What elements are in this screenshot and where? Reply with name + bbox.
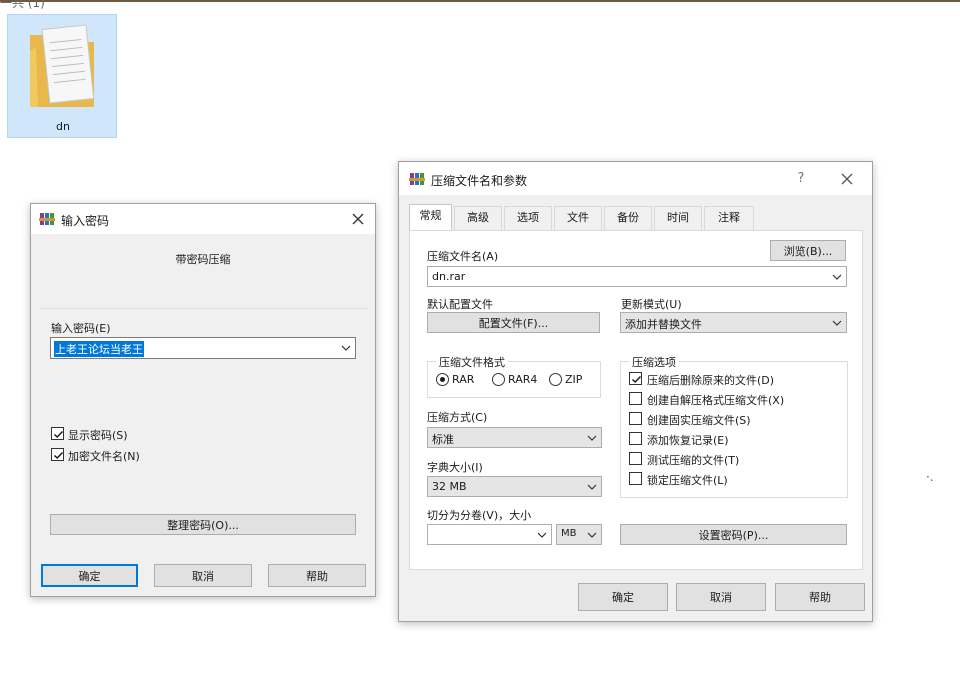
encrypt-filenames-label[interactable]: 加密文件名(N) bbox=[68, 448, 140, 464]
archive-dialog-titlebar[interactable]: 压缩文件名和参数 ? bbox=[399, 162, 872, 195]
archive-format-title: 压缩文件格式 bbox=[436, 354, 508, 370]
dictionary-size-select[interactable]: 32 MB bbox=[427, 476, 602, 497]
split-unit-select[interactable]: MB bbox=[556, 524, 602, 545]
close-icon bbox=[841, 173, 853, 185]
update-mode-label: 更新模式(U) bbox=[621, 298, 682, 311]
split-size-input[interactable] bbox=[427, 524, 552, 545]
compression-method-select[interactable]: 标准 bbox=[427, 427, 602, 448]
split-unit-value: MB bbox=[561, 528, 577, 539]
manage-passwords-button[interactable]: 整理密码(O)... bbox=[50, 514, 356, 535]
format-rar-radio[interactable] bbox=[436, 373, 449, 386]
tab-general[interactable]: 常规 bbox=[409, 204, 452, 231]
chevron-down-icon bbox=[587, 532, 597, 538]
chevron-down-icon bbox=[832, 274, 842, 280]
archive-dialog-title: 压缩文件名和参数 bbox=[431, 174, 528, 188]
create-solid-label[interactable]: 创建固实压缩文件(S) bbox=[647, 412, 751, 428]
set-password-button[interactable]: 设置密码(P)... bbox=[620, 524, 847, 545]
create-sfx-label[interactable]: 创建自解压格式压缩文件(X) bbox=[647, 392, 784, 408]
split-volumes-label: 切分为分卷(V)，大小 bbox=[427, 509, 532, 522]
close-button[interactable] bbox=[347, 208, 369, 230]
dictionary-size-value: 32 MB bbox=[432, 480, 467, 493]
update-mode-value: 添加并替换文件 bbox=[625, 318, 702, 331]
password-dialog-heading: 带密码压缩 bbox=[175, 253, 231, 266]
chevron-down-icon bbox=[587, 484, 597, 490]
archive-dialog: 压缩文件名和参数 ? 常规 高级 选项 文件 备份 时间 注释 压缩文件名(A)… bbox=[398, 161, 873, 622]
stray-mark: ·. bbox=[926, 470, 934, 484]
tab-comment[interactable]: 注释 bbox=[704, 206, 754, 230]
password-input[interactable]: 上老王论坛当老王 bbox=[50, 337, 356, 359]
chevron-down-icon bbox=[832, 320, 842, 326]
breadcrumb: 一共 (1) bbox=[0, 0, 45, 10]
chevron-down-icon bbox=[341, 345, 351, 351]
tab-strip: 常规 高级 选项 文件 备份 时间 注释 bbox=[409, 204, 869, 231]
help-button[interactable]: 帮助 bbox=[268, 564, 366, 587]
update-mode-select[interactable]: 添加并替换文件 bbox=[620, 312, 847, 333]
top-border-strip bbox=[0, 0, 960, 2]
help-title-button[interactable]: ? bbox=[790, 168, 812, 190]
close-icon bbox=[352, 213, 364, 225]
archive-name-value: dn.rar bbox=[432, 270, 466, 283]
cancel-button[interactable]: 取消 bbox=[154, 564, 252, 587]
format-zip-label[interactable]: ZIP bbox=[565, 373, 582, 386]
browse-button[interactable]: 浏览(B)... bbox=[770, 240, 846, 261]
create-sfx-checkbox[interactable] bbox=[629, 392, 642, 405]
ok-button[interactable]: 确定 bbox=[41, 564, 138, 587]
tab-options[interactable]: 选项 bbox=[504, 206, 552, 230]
archive-name-input[interactable]: dn.rar bbox=[427, 266, 847, 287]
ok-button[interactable]: 确定 bbox=[578, 583, 668, 611]
create-solid-checkbox[interactable] bbox=[629, 412, 642, 425]
winrar-app-icon bbox=[39, 213, 55, 225]
archiving-options-title: 压缩选项 bbox=[629, 354, 679, 370]
cancel-button[interactable]: 取消 bbox=[676, 583, 766, 611]
show-password-checkbox[interactable] bbox=[51, 427, 64, 440]
folder-label: dn bbox=[56, 120, 70, 133]
help-button[interactable]: 帮助 bbox=[775, 583, 865, 611]
format-zip-radio[interactable] bbox=[549, 373, 562, 386]
checkmark-icon bbox=[631, 375, 642, 384]
tab-time[interactable]: 时间 bbox=[654, 206, 702, 230]
delete-after-checkbox[interactable] bbox=[629, 372, 642, 385]
close-button[interactable] bbox=[836, 168, 858, 190]
format-rar4-radio[interactable] bbox=[492, 373, 505, 386]
format-rar4-label[interactable]: RAR4 bbox=[508, 373, 537, 386]
password-input-label: 输入密码(E) bbox=[51, 322, 111, 335]
chevron-down-icon bbox=[537, 532, 547, 538]
add-recovery-label[interactable]: 添加恢复记录(E) bbox=[647, 432, 729, 448]
winrar-app-icon bbox=[409, 173, 425, 185]
lock-archive-checkbox[interactable] bbox=[629, 472, 642, 485]
lock-archive-label[interactable]: 锁定压缩文件(L) bbox=[647, 472, 728, 488]
password-value: 上老王论坛当老王 bbox=[54, 341, 144, 357]
profile-label: 默认配置文件 bbox=[427, 298, 493, 311]
dictionary-size-label: 字典大小(I) bbox=[427, 461, 483, 474]
folder-icon bbox=[30, 24, 95, 107]
chevron-down-icon bbox=[587, 435, 597, 441]
delete-after-label[interactable]: 压缩后删除原来的文件(D) bbox=[647, 372, 774, 388]
add-recovery-checkbox[interactable] bbox=[629, 432, 642, 445]
tab-advanced[interactable]: 高级 bbox=[454, 206, 502, 230]
checkmark-icon bbox=[53, 451, 64, 460]
format-rar-label[interactable]: RAR bbox=[452, 373, 474, 386]
password-dialog: 输入密码 带密码压缩 输入密码(E) 上老王论坛当老王 显示密码(S) 加密文件… bbox=[30, 203, 376, 597]
archive-name-label: 压缩文件名(A) bbox=[427, 250, 499, 263]
tab-backup[interactable]: 备份 bbox=[604, 206, 652, 230]
checkmark-icon bbox=[53, 430, 64, 439]
compression-method-label: 压缩方式(C) bbox=[427, 411, 488, 424]
test-archived-checkbox[interactable] bbox=[629, 452, 642, 465]
profiles-button[interactable]: 配置文件(F)... bbox=[427, 312, 600, 333]
encrypt-filenames-checkbox[interactable] bbox=[51, 448, 64, 461]
tab-files[interactable]: 文件 bbox=[554, 206, 602, 230]
password-dialog-title: 输入密码 bbox=[61, 214, 110, 228]
test-archived-label[interactable]: 测试压缩的文件(T) bbox=[647, 452, 739, 468]
compression-method-value: 标准 bbox=[432, 433, 454, 446]
folder-item-dn[interactable]: dn bbox=[7, 14, 117, 138]
password-dialog-titlebar[interactable]: 输入密码 bbox=[31, 204, 375, 234]
show-password-label[interactable]: 显示密码(S) bbox=[68, 427, 128, 443]
